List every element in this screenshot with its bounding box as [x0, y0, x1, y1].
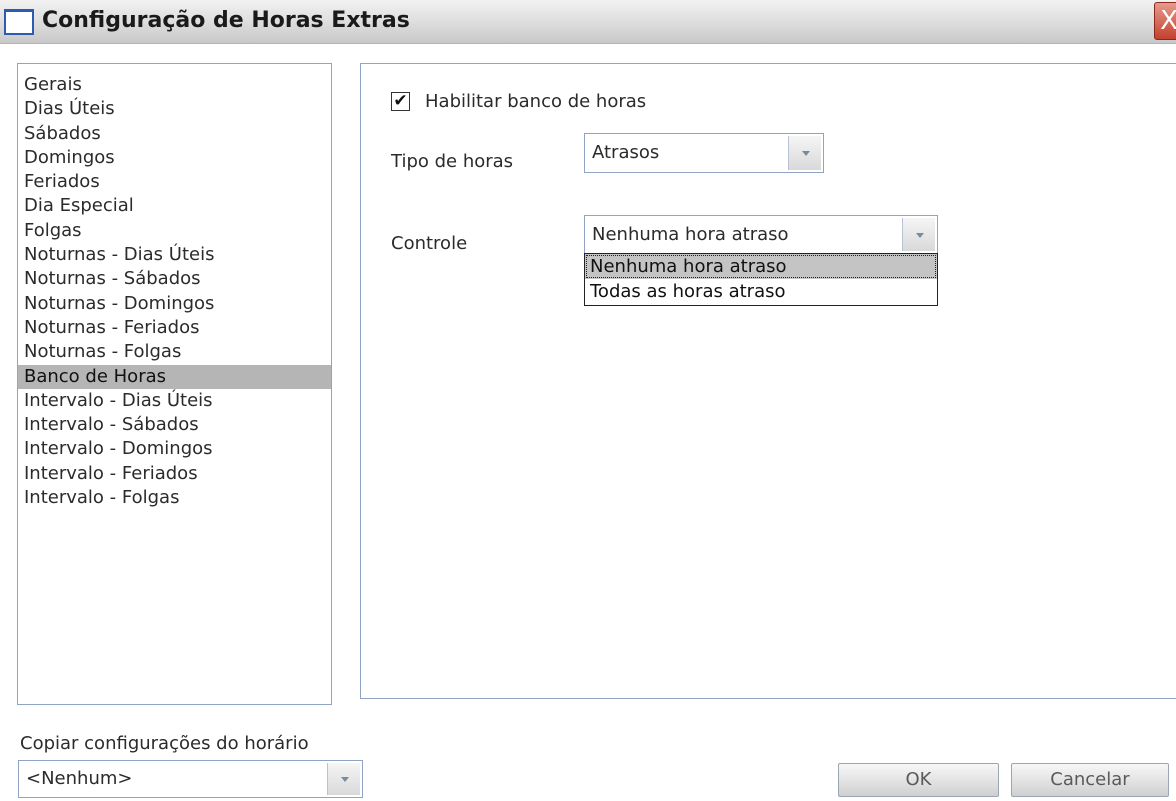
sidebar-item[interactable]: Noturnas - Domingos [18, 292, 331, 316]
category-list: Gerais Dias Úteis Sábados Domingos Feriados D… [18, 64, 331, 510]
sidebar-item[interactable]: Noturnas - Dias Úteis [18, 243, 331, 267]
cancel-button[interactable]: Cancelar [1011, 763, 1169, 797]
sidebar-item[interactable]: Intervalo - Sábados [18, 413, 331, 437]
copy-config-label: Copiar configurações do horário [20, 733, 309, 754]
sidebar-item[interactable]: Intervalo - Dias Úteis [18, 389, 331, 413]
close-button[interactable]: X [1154, 2, 1176, 40]
chevron-down-icon[interactable] [902, 218, 935, 251]
controle-value: Nenhuma hora atraso [592, 224, 789, 245]
dropdown-option[interactable]: Nenhuma hora atraso [585, 254, 937, 279]
controle-label: Controle [391, 233, 468, 254]
ok-button[interactable]: OK [838, 763, 999, 797]
tipo-horas-select[interactable]: Atrasos [584, 133, 824, 173]
sidebar-item[interactable]: Dia Especial [18, 194, 331, 218]
chevron-down-icon[interactable] [788, 136, 821, 170]
title-bar: Configuração de Horas Extras X [0, 0, 1176, 44]
sidebar-item[interactable]: Noturnas - Folgas [18, 340, 331, 364]
sidebar-item[interactable]: Feriados [18, 170, 331, 194]
sidebar-item[interactable]: Noturnas - Feriados [18, 316, 331, 340]
copy-config-select[interactable]: <Nenhum> [18, 760, 363, 798]
sidebar-item[interactable]: Noturnas - Sábados [18, 267, 331, 291]
category-list-panel: Gerais Dias Úteis Sábados Domingos Feriados D… [17, 63, 332, 705]
tipo-horas-value: Atrasos [592, 142, 660, 163]
sidebar-item[interactable]: Intervalo - Domingos [18, 437, 331, 461]
window-title: Configuração de Horas Extras [42, 8, 410, 33]
enable-bank-label: Habilitar banco de horas [425, 91, 647, 112]
enable-bank-checkbox[interactable]: ✔ [391, 92, 410, 111]
copy-config-value: <Nenhum> [26, 768, 133, 789]
settings-panel: ✔ Habilitar banco de horas Tipo de horas… [360, 63, 1176, 699]
sidebar-item[interactable]: Intervalo - Folgas [18, 486, 331, 510]
controle-select[interactable]: Nenhuma hora atraso [584, 215, 938, 254]
sidebar-item[interactable]: Banco de Horas [18, 364, 331, 389]
sidebar-item[interactable]: Intervalo - Feriados [18, 462, 331, 486]
controle-dropdown-list: Nenhuma hora atraso Todas as horas atras… [584, 253, 938, 306]
tipo-horas-label: Tipo de horas [391, 151, 514, 172]
sidebar-item[interactable]: Sábados [18, 122, 331, 146]
dropdown-option[interactable]: Todas as horas atraso [585, 279, 937, 304]
chevron-down-icon[interactable] [327, 763, 360, 795]
sidebar-item[interactable]: Gerais [18, 73, 331, 97]
sidebar-item[interactable]: Domingos [18, 146, 331, 170]
window-icon [4, 9, 34, 35]
sidebar-item[interactable]: Dias Úteis [18, 97, 331, 121]
sidebar-item[interactable]: Folgas [18, 219, 331, 243]
